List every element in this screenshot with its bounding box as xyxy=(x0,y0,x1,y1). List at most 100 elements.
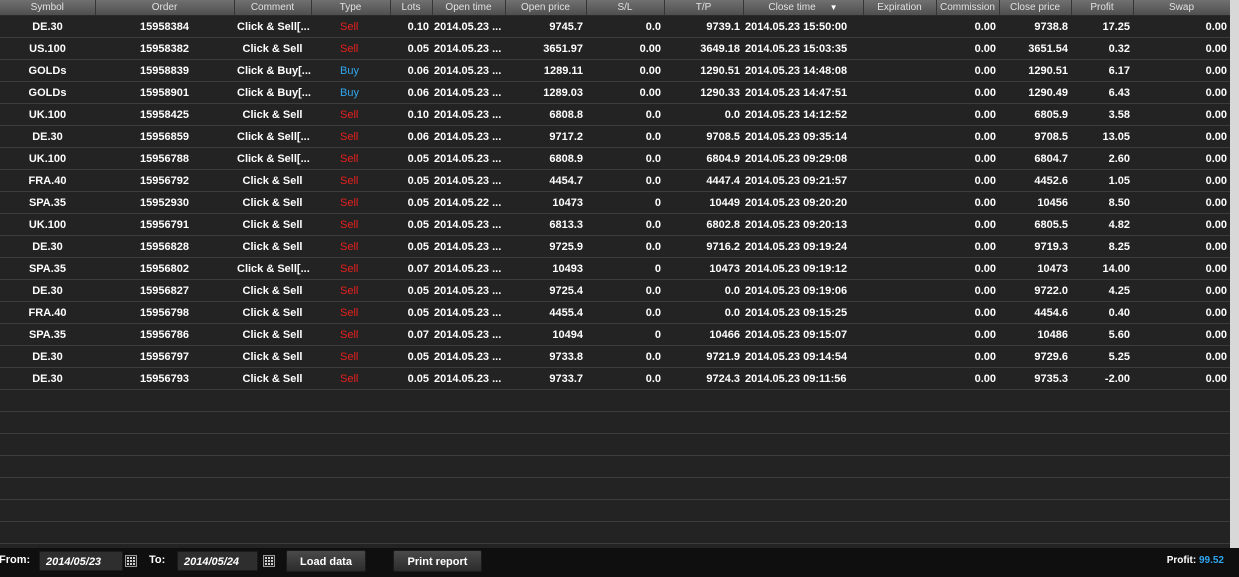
table-row[interactable]: SPA.35 15956786 Click & Sell Sell 0.07 2014.0… xyxy=(0,323,1230,346)
column-header-expiration[interactable]: Expiration xyxy=(863,0,937,16)
table-row[interactable]: FRA.40 15956798 Click & Sell Sell 0.05 2014.0… xyxy=(0,301,1230,324)
cell-order: 15956788 xyxy=(95,147,234,170)
column-header-order[interactable]: Order xyxy=(95,0,235,16)
column-header-commission[interactable]: Commission xyxy=(936,0,1000,16)
cell-expiration xyxy=(863,37,936,60)
column-header-sl[interactable]: S/L xyxy=(586,0,665,16)
column-header-open-time[interactable]: Open time xyxy=(432,0,506,16)
column-header-symbol[interactable]: Symbol xyxy=(0,0,96,16)
column-header-close-price[interactable]: Close price xyxy=(999,0,1072,16)
vertical-scrollbar[interactable] xyxy=(1230,0,1239,548)
empty-cell xyxy=(0,521,1230,544)
column-header-swap[interactable]: Swap xyxy=(1133,0,1230,16)
table-row[interactable]: DE.30 15958384 Click & Sell[... Sell 0.10 201… xyxy=(0,15,1230,38)
cell-close-price: 9735.3 xyxy=(999,367,1071,390)
cell-sl: 0.0 xyxy=(586,15,664,38)
column-header-type[interactable]: Type xyxy=(311,0,391,16)
table-row[interactable]: DE.30 15956827 Click & Sell Sell 0.05 2014.05… xyxy=(0,279,1230,302)
column-header-lots[interactable]: Lots xyxy=(390,0,433,16)
cell-commission: 0.00 xyxy=(936,257,999,280)
cell-swap: 0.00 xyxy=(1133,191,1230,214)
empty-cell xyxy=(0,433,1230,456)
table-row[interactable]: FRA.40 15956792 Click & Sell Sell 0.05 2014.0… xyxy=(0,169,1230,192)
table-row[interactable]: GOLDs 15958839 Click & Buy[... Buy 0.06 2014.… xyxy=(0,59,1230,82)
cell-open-time: 2014.05.23 ... xyxy=(432,257,505,280)
cell-open-price: 6808.8 xyxy=(505,103,586,126)
trade-history-table: Symbol Order Comment Type Lots Open time… xyxy=(0,0,1230,548)
cell-comment: Click & Sell xyxy=(234,213,311,236)
cell-open-price: 10493 xyxy=(505,257,586,280)
cell-commission: 0.00 xyxy=(936,125,999,148)
cell-type: Sell xyxy=(311,15,390,38)
table-row[interactable]: UK.100 15958425 Click & Sell Sell 0.10 2014.0… xyxy=(0,103,1230,126)
cell-open-time: 2014.05.22 ... xyxy=(432,191,505,214)
cell-lots: 0.07 xyxy=(390,257,432,280)
table-row[interactable]: UK.100 15956791 Click & Sell Sell 0.05 2014.0… xyxy=(0,213,1230,236)
calendar-icon[interactable] xyxy=(125,555,137,567)
cell-lots: 0.05 xyxy=(390,169,432,192)
column-header-comment[interactable]: Comment xyxy=(234,0,312,16)
empty-cell xyxy=(0,499,1230,522)
cell-open-time: 2014.05.23 ... xyxy=(432,235,505,258)
cell-commission: 0.00 xyxy=(936,213,999,236)
cell-tp: 10449 xyxy=(664,191,743,214)
cell-profit: 13.05 xyxy=(1071,125,1133,148)
cell-expiration xyxy=(863,279,936,302)
cell-comment: Click & Sell xyxy=(234,235,311,258)
table-row[interactable]: DE.30 15956859 Click & Sell[... Sell 0.06 201… xyxy=(0,125,1230,148)
column-header-profit[interactable]: Profit xyxy=(1071,0,1134,16)
cell-tp: 1290.51 xyxy=(664,59,743,82)
cell-sl: 0.0 xyxy=(586,301,664,324)
print-report-button[interactable]: Print report xyxy=(393,550,482,572)
cell-symbol: FRA.40 xyxy=(0,169,95,192)
table-row[interactable]: DE.30 15956797 Click & Sell Sell 0.05 2014.05… xyxy=(0,345,1230,368)
cell-expiration xyxy=(863,191,936,214)
cell-tp: 9708.5 xyxy=(664,125,743,148)
table-row[interactable]: GOLDs 15958901 Click & Buy[... Buy 0.06 2014.… xyxy=(0,81,1230,104)
cell-order: 15956792 xyxy=(95,169,234,192)
cell-open-price: 1289.11 xyxy=(505,59,586,82)
table-row[interactable]: SPA.35 15952930 Click & Sell Sell 0.05 2014.0… xyxy=(0,191,1230,214)
cell-comment: Click & Sell xyxy=(234,301,311,324)
empty-row xyxy=(0,477,1230,500)
cell-order: 15956828 xyxy=(95,235,234,258)
load-data-button[interactable]: Load data xyxy=(286,550,366,572)
cell-expiration xyxy=(863,103,936,126)
cell-close-price: 4454.6 xyxy=(999,301,1071,324)
cell-close-price: 9719.3 xyxy=(999,235,1071,258)
cell-profit: 4.25 xyxy=(1071,279,1133,302)
cell-symbol: SPA.35 xyxy=(0,323,95,346)
calendar-icon[interactable] xyxy=(263,555,275,567)
cell-profit: 8.50 xyxy=(1071,191,1133,214)
cell-commission: 0.00 xyxy=(936,323,999,346)
table-row[interactable]: SPA.35 15956802 Click & Sell[... Sell 0.07 20… xyxy=(0,257,1230,280)
cell-close-price: 4452.6 xyxy=(999,169,1071,192)
from-date-field[interactable]: 2014/05/23 xyxy=(39,551,123,571)
cell-profit: 4.82 xyxy=(1071,213,1133,236)
cell-order: 15956859 xyxy=(95,125,234,148)
to-date-field[interactable]: 2014/05/24 xyxy=(177,551,258,571)
cell-lots: 0.05 xyxy=(390,301,432,324)
cell-symbol: UK.100 xyxy=(0,103,95,126)
table-row[interactable]: DE.30 15956828 Click & Sell Sell 0.05 2014.05… xyxy=(0,235,1230,258)
total-profit-label: Profit: xyxy=(1166,555,1197,566)
cell-tp: 10466 xyxy=(664,323,743,346)
cell-swap: 0.00 xyxy=(1133,15,1230,38)
cell-lots: 0.07 xyxy=(390,323,432,346)
cell-sl: 0.0 xyxy=(586,367,664,390)
cell-open-price: 1289.03 xyxy=(505,81,586,104)
table-row[interactable]: DE.30 15956793 Click & Sell Sell 0.05 2014.05… xyxy=(0,367,1230,390)
column-header-open-price[interactable]: Open price xyxy=(505,0,587,16)
column-header-close-time[interactable]: Close time ▼ xyxy=(743,0,864,16)
table-row[interactable]: US.100 15958382 Click & Sell Sell 0.05 2014.0… xyxy=(0,37,1230,60)
cell-symbol: US.100 xyxy=(0,37,95,60)
cell-type: Buy xyxy=(311,81,390,104)
table-row[interactable]: UK.100 15956788 Click & Sell[... Sell 0.05 20… xyxy=(0,147,1230,170)
cell-symbol: DE.30 xyxy=(0,235,95,258)
cell-open-time: 2014.05.23 ... xyxy=(432,279,505,302)
empty-row xyxy=(0,389,1230,412)
cell-order: 15956798 xyxy=(95,301,234,324)
column-header-tp[interactable]: T/P xyxy=(664,0,744,16)
cell-tp: 9739.1 xyxy=(664,15,743,38)
cell-type: Sell xyxy=(311,301,390,324)
